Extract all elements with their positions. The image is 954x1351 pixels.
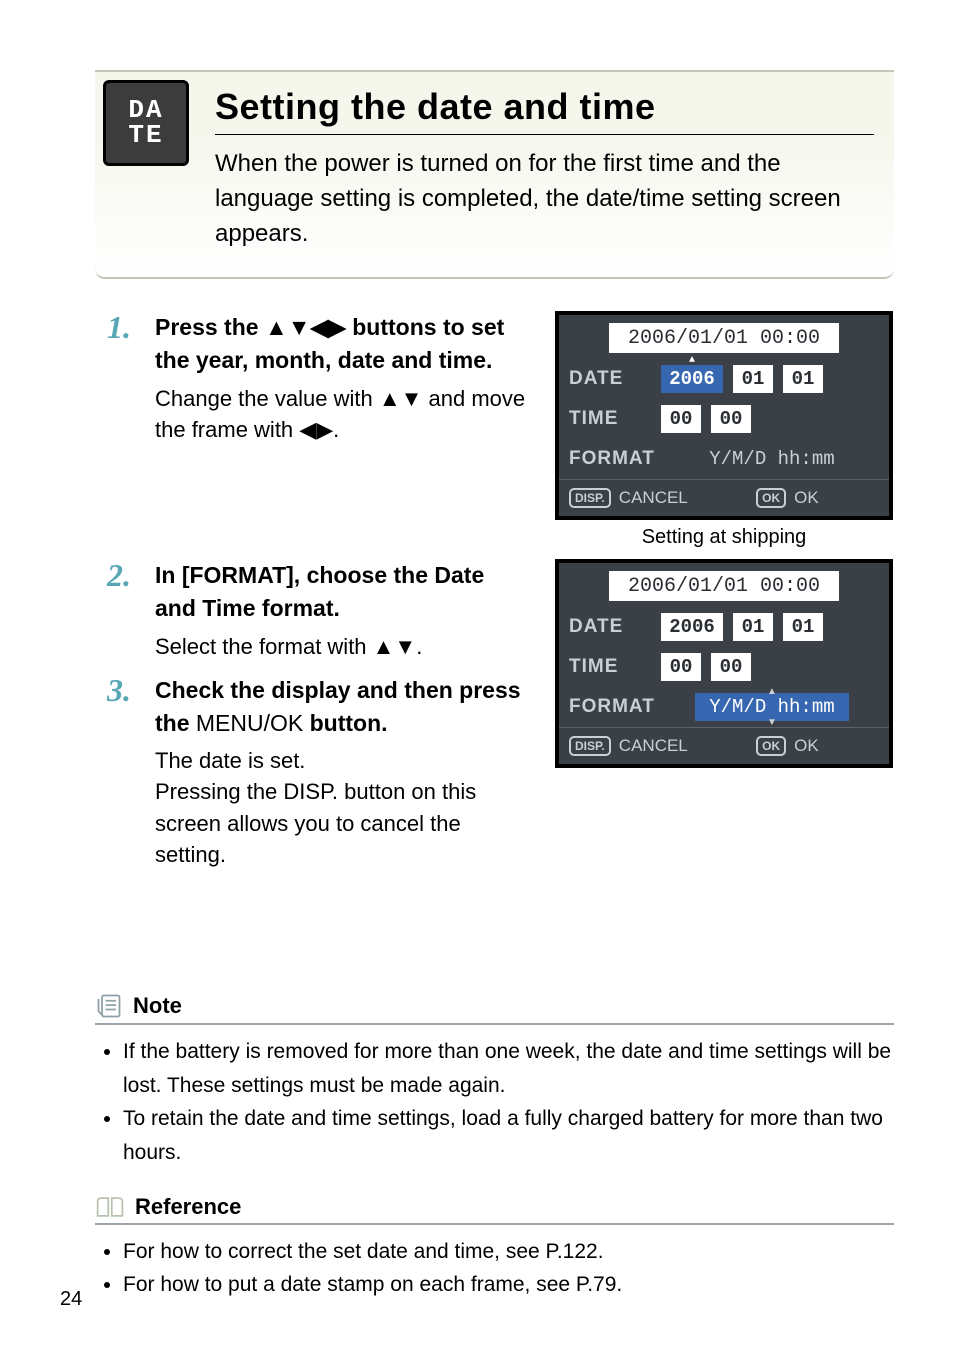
- lcd-format-selected: ▲ Y/M/D hh:mm ▼: [665, 696, 879, 718]
- lcd-time-label: TIME: [569, 656, 651, 678]
- lcd-title: 2006/01/01 00:00: [609, 571, 839, 601]
- reference-icon: [95, 1194, 125, 1220]
- lcd-screenshot-1: 2006/01/01 00:00 DATE ▲2006 01 01 TIME 0…: [555, 311, 893, 520]
- note-title: Note: [133, 993, 182, 1019]
- lcd-format-value: Y/M/D hh:mm: [665, 448, 879, 470]
- page-number: 24: [60, 1288, 82, 1311]
- note-section: Note If the battery is removed for more …: [95, 992, 894, 1169]
- lcd-month: 01: [733, 365, 773, 393]
- lcd-format-label: FORMAT: [569, 696, 655, 718]
- date-icon-text: DA TE: [128, 98, 163, 147]
- text: .: [333, 417, 339, 442]
- up-down-icon: ▲▼: [379, 386, 423, 411]
- lcd-month: 01: [733, 613, 773, 641]
- lcd-hour: 00: [661, 653, 701, 681]
- list-item: For how to put a date stamp on each fram…: [123, 1268, 894, 1302]
- lcd-minute: 00: [711, 405, 751, 433]
- text: button.: [303, 710, 387, 736]
- left-right-icon: ◀▶: [299, 417, 333, 442]
- menu-ok-label: MENU/OK: [196, 710, 303, 736]
- text: .: [416, 634, 422, 659]
- step-2-3-row: 2. In [FORMAT], choose the Date and Time…: [95, 559, 894, 882]
- page-title: Setting the date and time: [215, 86, 874, 135]
- down-arrow-icon: ▼: [767, 717, 777, 728]
- lcd-date-label: DATE: [569, 616, 651, 638]
- step-1-row: 1. Press the ▲▼◀▶ buttons to set the yea…: [95, 311, 894, 549]
- step-3-sub: The date is set. Pressing the DISP. butt…: [155, 745, 528, 870]
- step-3-head: Check the display and then press the MEN…: [155, 674, 528, 739]
- note-icon: [95, 992, 123, 1020]
- lcd-date-label: DATE: [569, 368, 651, 390]
- list-item: If the battery is removed for more than …: [123, 1035, 894, 1102]
- intro-text: When the power is turned on for the firs…: [215, 147, 874, 251]
- text: Press the: [155, 314, 265, 340]
- step-1-sub: Change the value with ▲▼ and move the fr…: [155, 383, 528, 445]
- step-2-sub: Select the format with ▲▼.: [155, 631, 528, 662]
- note-list: If the battery is removed for more than …: [105, 1035, 894, 1169]
- step-2-head: In [FORMAT], choose the Date and Time fo…: [155, 559, 528, 624]
- lcd-cancel: CANCEL: [619, 488, 688, 508]
- text: Change the value with: [155, 386, 379, 411]
- lcd-title: 2006/01/01 00:00: [609, 323, 839, 353]
- lcd-day: 01: [783, 365, 823, 393]
- lcd-hour: 00: [661, 405, 701, 433]
- step-1-head: Press the ▲▼◀▶ buttons to set the year, …: [155, 311, 528, 376]
- disp-button-icon: DISP.: [569, 736, 611, 756]
- manual-page: DA TE Setting the date and time When the…: [0, 0, 954, 1351]
- ok-button-icon: OK: [756, 736, 786, 756]
- step-number: 1.: [95, 311, 131, 343]
- reference-list: For how to correct the set date and time…: [105, 1235, 894, 1302]
- disp-button-icon: DISP.: [569, 488, 611, 508]
- lcd-caption: Setting at shipping: [642, 526, 807, 549]
- lcd-screenshot-2: 2006/01/01 00:00 DATE 2006 01 01 TIME 00…: [555, 559, 893, 768]
- up-down-icon: ▲▼: [373, 634, 417, 659]
- lcd-minute: 00: [711, 653, 751, 681]
- reference-section: Reference For how to correct the set dat…: [95, 1194, 894, 1302]
- lcd-format-label: FORMAT: [569, 448, 655, 470]
- lcd-ok: OK: [794, 488, 819, 508]
- lcd-day: 01: [783, 613, 823, 641]
- date-mode-icon: DA TE: [103, 80, 189, 166]
- list-item: For how to correct the set date and time…: [123, 1235, 894, 1269]
- lcd-ok: OK: [794, 736, 819, 756]
- lcd-year: 2006: [661, 613, 723, 641]
- up-arrow-icon: ▲: [689, 355, 695, 366]
- up-down-left-right-icon: ▲▼◀▶: [265, 314, 346, 340]
- value: 2006: [669, 368, 715, 390]
- lcd-time-label: TIME: [569, 408, 651, 430]
- intro-band: DA TE Setting the date and time When the…: [95, 70, 894, 279]
- ok-button-icon: OK: [756, 488, 786, 508]
- step-number: 2.: [95, 559, 131, 591]
- up-arrow-icon: ▲: [767, 686, 777, 697]
- step-number: 3.: [95, 674, 131, 706]
- text: Select the format with: [155, 634, 373, 659]
- lcd-cancel: CANCEL: [619, 736, 688, 756]
- reference-title: Reference: [135, 1194, 241, 1220]
- list-item: To retain the date and time settings, lo…: [123, 1102, 894, 1169]
- lcd-year-selected: ▲2006: [661, 365, 723, 393]
